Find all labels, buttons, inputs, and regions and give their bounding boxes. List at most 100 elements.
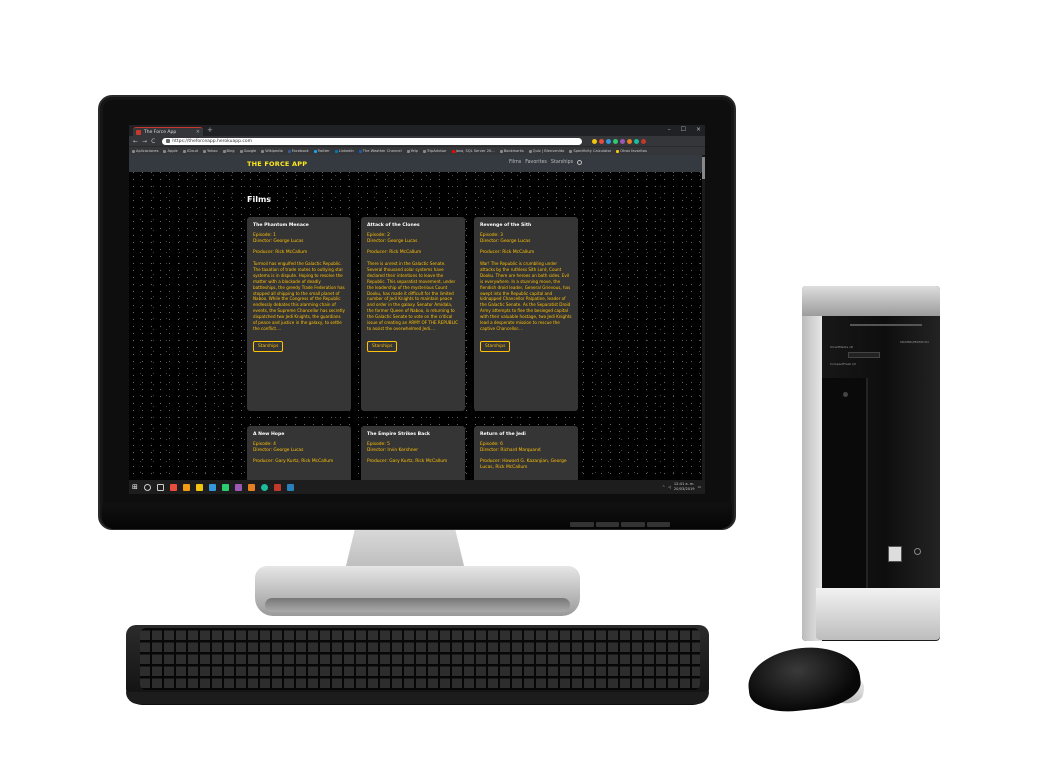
- bookmark-item[interactable]: Yahoo: [202, 149, 218, 153]
- window-controls: – ☐ ×: [668, 126, 701, 133]
- film-title: Revenge of the Sith: [480, 223, 532, 228]
- page-scrollbar[interactable]: [702, 155, 705, 480]
- taskbar-app-icon[interactable]: [169, 483, 177, 491]
- film-card: A New Hope Episode: 4 Director: George L…: [247, 426, 351, 480]
- extension-icon[interactable]: [606, 138, 612, 144]
- network-icon[interactable]: ^: [662, 485, 665, 489]
- twitter-icon: [313, 149, 317, 153]
- clock[interactable]: 12:41 a. m. 20/03/2019: [674, 482, 695, 491]
- bookmark-item[interactable]: Google: [239, 149, 256, 153]
- bookmark-item[interactable]: Quiz | Bienvenido: [528, 149, 564, 153]
- starships-button[interactable]: Starships: [480, 340, 511, 352]
- forward-button[interactable]: →: [142, 138, 147, 145]
- new-tab-button[interactable]: +: [207, 127, 213, 134]
- card-reader-label: SmartMedia xD: [830, 345, 854, 349]
- monitor-buttons: [570, 522, 670, 527]
- scrollbar-thumb[interactable]: [702, 157, 705, 179]
- minimize-button[interactable]: –: [668, 126, 671, 133]
- taskbar-app-icon[interactable]: [286, 483, 294, 491]
- extension-icon[interactable]: [599, 138, 605, 144]
- bookmark-item[interactable]: Wikipedia: [261, 149, 283, 153]
- bookmark-item[interactable]: Facebook: [287, 149, 309, 153]
- headphone-jack-icon: [914, 548, 921, 555]
- taskbar-app-icon[interactable]: [182, 483, 190, 491]
- taskbar-app-icon[interactable]: [221, 483, 229, 491]
- film-title: Attack of the Clones: [367, 223, 420, 228]
- bookmark-item[interactable]: Bookmarks: [499, 149, 524, 153]
- bookmark-item[interactable]: Java, SQL Server 20...: [451, 149, 495, 153]
- optical-slot: [850, 324, 922, 326]
- extension-icon[interactable]: [634, 138, 640, 144]
- extension-icons: [592, 138, 647, 144]
- notification-icon[interactable]: ▭: [698, 485, 701, 489]
- bookmark-item[interactable]: Bing: [222, 149, 235, 153]
- monitor-stand-base: [255, 566, 580, 616]
- bookmarks-bar: Aplicaciones Apple iCloud Yahoo Bing Goo…: [129, 146, 705, 155]
- extension-icon[interactable]: [592, 138, 598, 144]
- task-view-icon[interactable]: [156, 483, 164, 491]
- mail-icon[interactable]: [208, 483, 216, 491]
- nav-links: Films Favorites Starships: [509, 160, 583, 165]
- film-card: Attack of the Clones Episode: 2 Director…: [361, 217, 465, 411]
- wikipedia-icon: [261, 149, 265, 153]
- taskbar-app-icon[interactable]: [273, 483, 281, 491]
- bookmark-item[interactable]: Aplicaciones: [132, 149, 158, 153]
- weather-icon: [358, 149, 362, 153]
- page-icon: [222, 149, 226, 153]
- search-icon[interactable]: [143, 483, 151, 491]
- keyboard-keys: [140, 628, 700, 690]
- google-icon: [239, 149, 243, 153]
- bookmark-item[interactable]: Specificity Calculator: [569, 149, 611, 153]
- extension-icon[interactable]: [620, 138, 626, 144]
- nav-films[interactable]: Films: [509, 160, 521, 165]
- reload-button[interactable]: C: [151, 138, 155, 145]
- address-bar[interactable]: https://theforceapp.herokuapp.com: [162, 137, 583, 145]
- bookmark-item[interactable]: Otros favoritos: [616, 149, 647, 153]
- film-title: The Empire Strikes Back: [367, 432, 430, 437]
- maximize-button[interactable]: ☐: [681, 126, 686, 133]
- close-window-button[interactable]: ×: [696, 126, 701, 133]
- folder-icon: [616, 149, 620, 153]
- nav-favorites[interactable]: Favorites: [525, 160, 547, 165]
- film-crawl: War! The Republic is crumbling under att…: [480, 261, 572, 331]
- file-explorer-icon[interactable]: [195, 483, 203, 491]
- tab-title: The Force App: [144, 129, 177, 135]
- screen: The Force App × + – ☐ × ← → C https://th…: [129, 125, 705, 494]
- tab-close-icon[interactable]: ×: [196, 129, 200, 135]
- app-brand[interactable]: THE FORCE APP: [247, 160, 307, 168]
- film-title: Return of the Jedi: [480, 432, 526, 437]
- back-button[interactable]: ←: [133, 138, 138, 145]
- start-button[interactable]: ⊞: [132, 483, 138, 491]
- page-icon: [163, 149, 167, 153]
- power-button[interactable]: [843, 392, 848, 397]
- bookmark-item[interactable]: Apple: [163, 149, 178, 153]
- taskbar-app-icon[interactable]: [234, 483, 242, 491]
- starships-button[interactable]: Starships: [367, 340, 398, 352]
- starships-button[interactable]: Starships: [253, 340, 284, 352]
- extension-icon[interactable]: [613, 138, 619, 144]
- film-title: A New Hope: [253, 432, 285, 437]
- bookmark-item[interactable]: The Weather Channel: [358, 149, 402, 153]
- profile-avatar[interactable]: [641, 138, 647, 144]
- browser-tab[interactable]: The Force App ×: [133, 127, 203, 136]
- linkedin-icon: [334, 149, 338, 153]
- tower-top: [802, 286, 940, 316]
- extension-icon[interactable]: [627, 138, 633, 144]
- chrome-icon[interactable]: [260, 483, 268, 491]
- nav-starships[interactable]: Starships: [551, 160, 573, 165]
- app-navbar: THE FORCE APP Films Favorites Starships: [129, 155, 702, 172]
- bookmark-item[interactable]: LinkedIn: [334, 149, 354, 153]
- card-reader: [848, 352, 880, 358]
- monitor-stand-neck: [345, 530, 465, 570]
- clock-date: 20/03/2019: [673, 486, 695, 491]
- bookmark-item[interactable]: Yelp: [406, 149, 418, 153]
- github-icon[interactable]: [577, 160, 583, 165]
- compactflash-label: CompactFlash I/II: [830, 362, 856, 366]
- taskbar-app-icon[interactable]: [247, 483, 255, 491]
- bookmark-item[interactable]: TripAdvisor: [422, 149, 447, 153]
- bookmark-item[interactable]: Twitter: [313, 149, 330, 153]
- film-producer: Producer: Rick McCallum: [480, 250, 535, 255]
- bookmark-item[interactable]: iCloud: [182, 149, 198, 153]
- page-icon: [569, 149, 573, 153]
- volume-icon[interactable]: ◁: [668, 485, 671, 489]
